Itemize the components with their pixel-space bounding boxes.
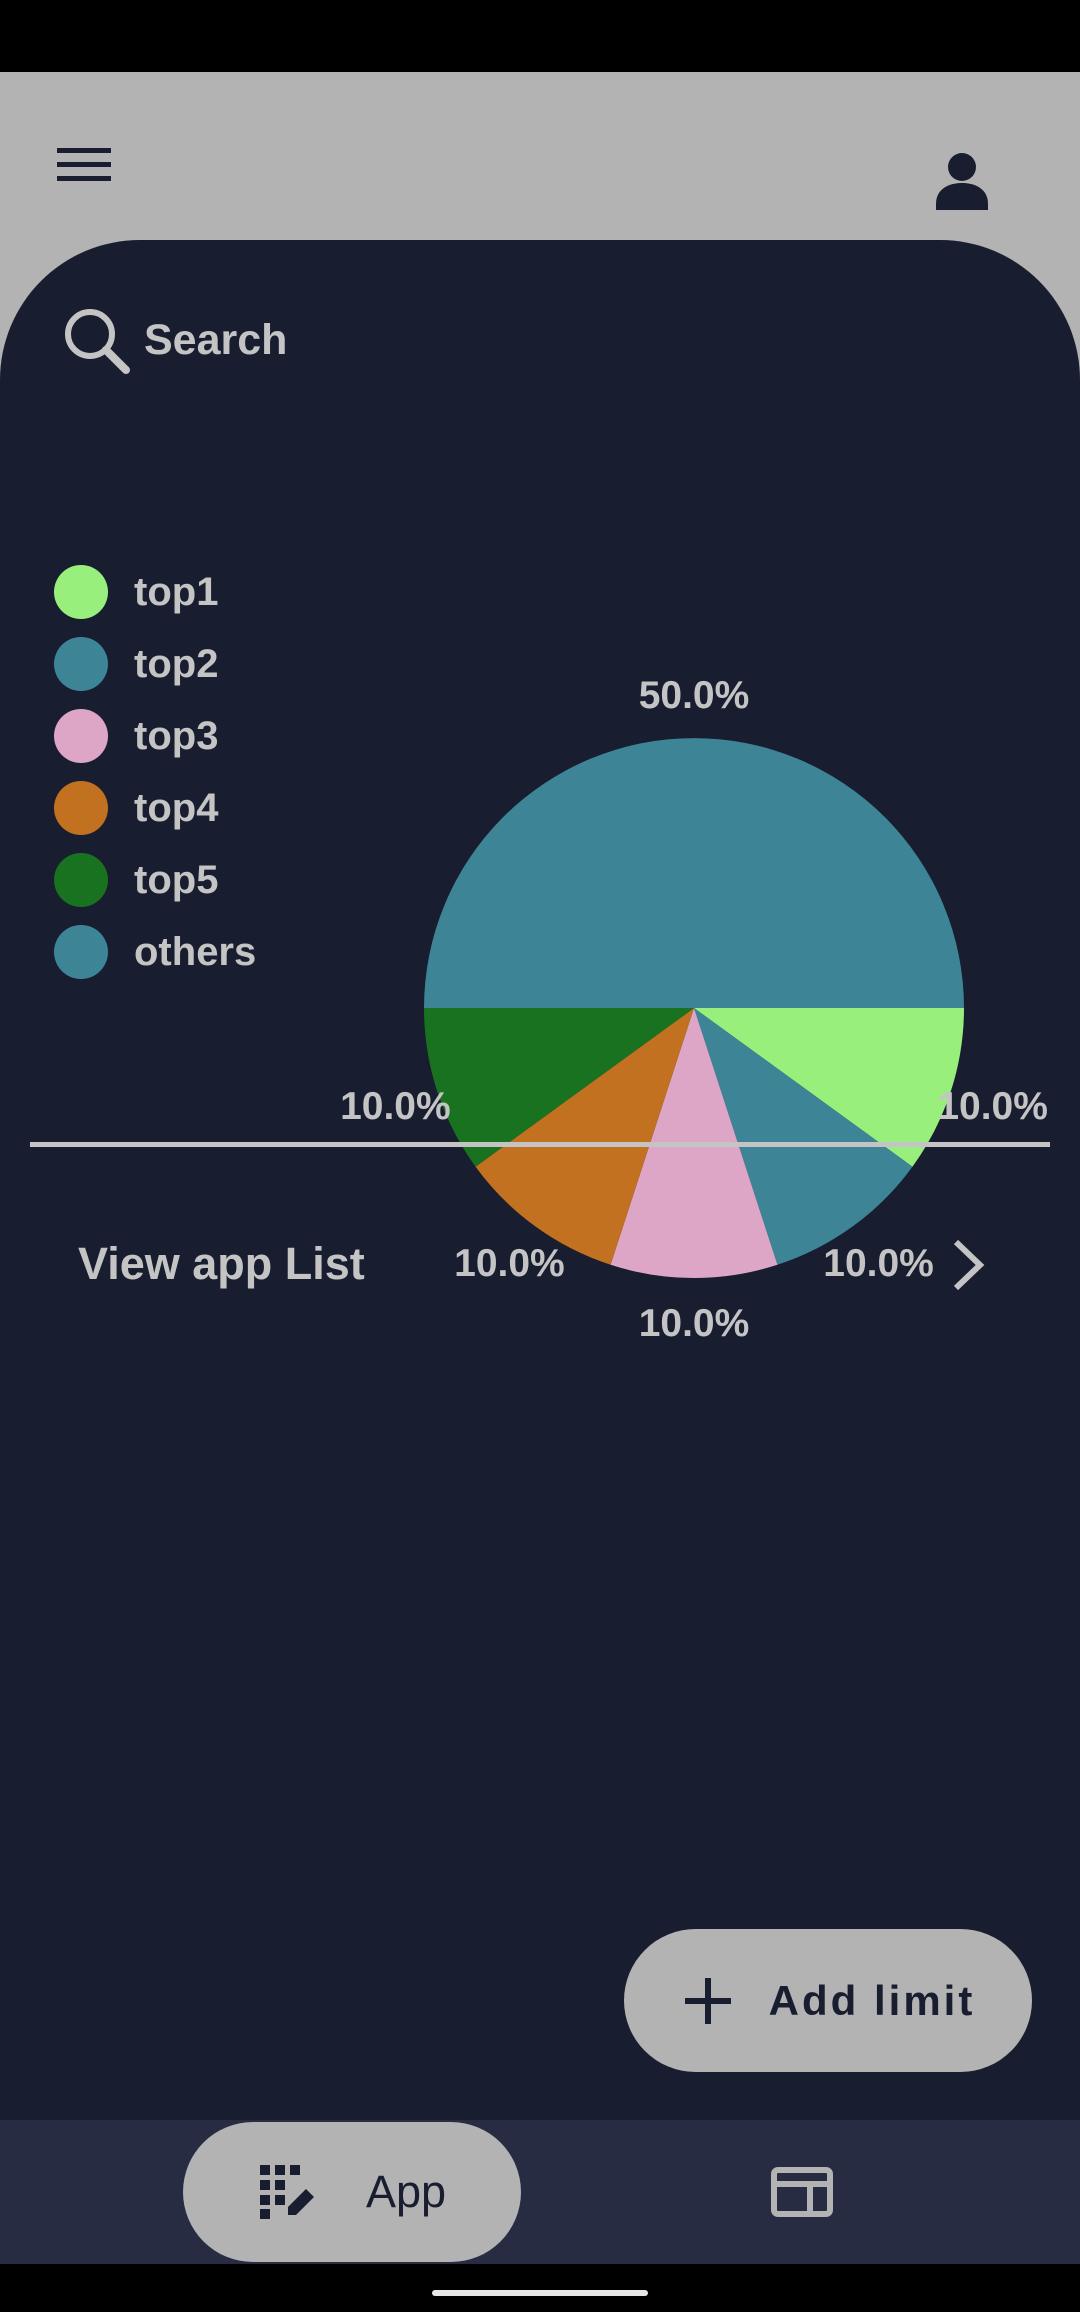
- nav-item-app-label: App: [365, 2166, 447, 2217]
- view-app-list-button[interactable]: View app List: [0, 1200, 1080, 1330]
- divider: [30, 1142, 1050, 1147]
- search-icon: [65, 309, 130, 374]
- apps-edit-icon: [259, 2165, 314, 2219]
- pie-slice-others: [424, 738, 964, 1008]
- web-layout-icon: [771, 2167, 833, 2217]
- profile-button[interactable]: [920, 138, 1004, 222]
- bottom-navigation: App: [0, 2120, 1080, 2264]
- chevron-right-icon: [953, 1239, 985, 1291]
- pie-label-others: 50.0%: [639, 674, 750, 717]
- view-app-list-label: View app List: [78, 1238, 365, 1289]
- nav-item-layout[interactable]: [760, 2142, 844, 2242]
- home-indicator[interactable]: [432, 2290, 648, 2296]
- main-card: Search top1 top2 top3 top4 top5 others 10.0% 1…: [0, 240, 1080, 2120]
- search-bar[interactable]: Search: [58, 302, 287, 378]
- top-app-bar: [0, 72, 1080, 240]
- status-bar: [0, 0, 1080, 72]
- person-icon: [936, 153, 988, 210]
- pie-label-top1: 10.0%: [937, 1085, 1048, 1128]
- menu-button[interactable]: [44, 130, 124, 210]
- pie-label-top5: 10.0%: [340, 1085, 451, 1128]
- hamburger-menu-icon: [57, 148, 111, 181]
- plus-icon: [684, 1977, 731, 2024]
- add-limit-label: Add limit: [768, 1976, 976, 2024]
- search-label: Search: [144, 315, 288, 364]
- nav-item-app[interactable]: App: [183, 2122, 521, 2262]
- gesture-navigation-area: [0, 2264, 1080, 2312]
- add-limit-button[interactable]: Add limit: [624, 1929, 1032, 2072]
